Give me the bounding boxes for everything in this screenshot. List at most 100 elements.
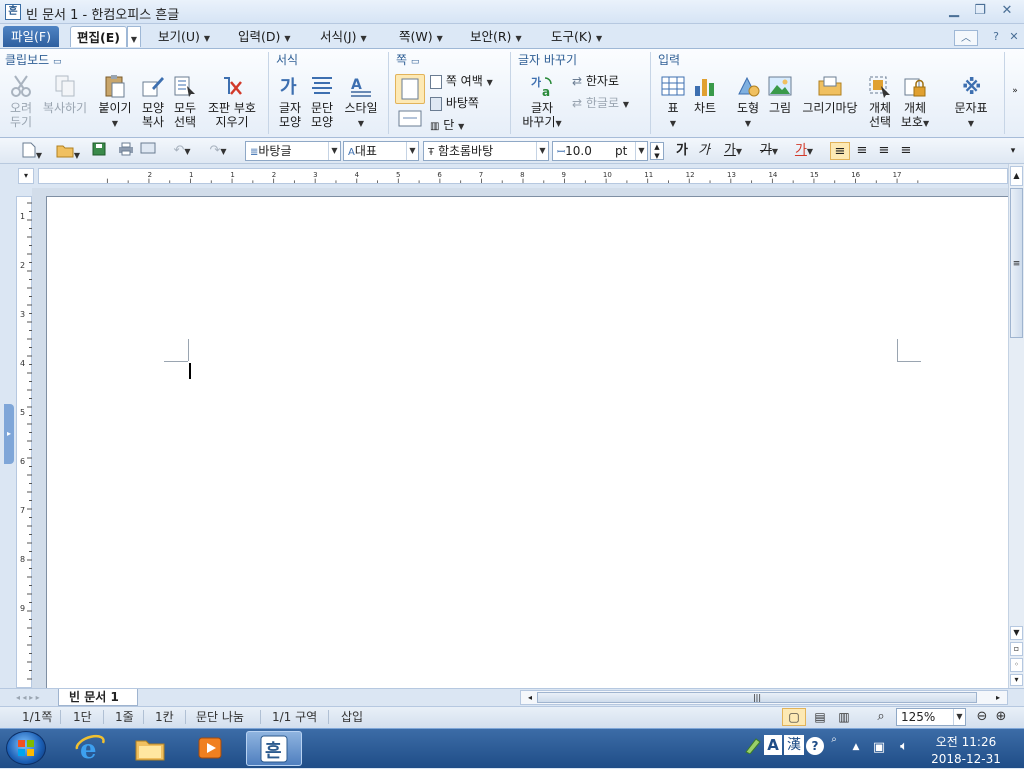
scroll-up-button[interactable]: ▲ — [1010, 166, 1023, 186]
symbols-button[interactable]: ※ 문자표 ▼ — [950, 74, 992, 131]
para-shape-button[interactable]: 문단 모양 — [306, 74, 338, 129]
taskbar-explorer[interactable] — [122, 731, 178, 766]
preview-button[interactable] — [138, 142, 158, 160]
zoom-in-button[interactable]: ⊕ — [993, 709, 1009, 725]
menu-tools[interactable]: 도구(K) ▼ — [551, 26, 602, 47]
menu-security[interactable]: 보안(R) ▼ — [470, 26, 522, 47]
align-justify-button[interactable]: ≡ — [830, 142, 850, 160]
to-hanja-button[interactable]: ⇄ 한자로 — [572, 72, 619, 90]
clock[interactable]: 오전 11:26 2018-12-31 — [922, 733, 1010, 766]
strikethrough-button[interactable]: 가▼ — [754, 142, 784, 160]
hscroll-thumb[interactable]: ||| — [537, 692, 977, 703]
chart-button[interactable]: 차트 — [690, 74, 720, 115]
underline-button[interactable]: 가▼ — [718, 142, 748, 160]
zoom-button[interactable]: ⌕ — [872, 709, 890, 725]
convert-chars-button[interactable]: 가a 글자 바꾸기▼ — [518, 74, 566, 131]
undo-button[interactable]: ↶▼ — [166, 142, 198, 160]
save-button[interactable] — [90, 142, 108, 160]
page-margin-button[interactable]: 쪽 여백 ▼ — [430, 72, 493, 90]
show-hidden-icons-button[interactable]: ▲ — [850, 742, 862, 752]
drawing-gallery-button[interactable]: 그리기마당 — [798, 74, 862, 115]
object-select-button[interactable]: 개체 선택 — [864, 74, 896, 129]
menu-file[interactable]: 파일(F) — [3, 26, 59, 47]
print-button[interactable] — [116, 142, 136, 160]
menu-format[interactable]: 서식(J) ▼ — [320, 26, 367, 47]
horizontal-scrollbar[interactable]: ◂ ||| ▸ — [520, 690, 1008, 705]
minimize-button[interactable]: ▁ — [942, 2, 966, 20]
language-select[interactable]: A대표 ▼ — [343, 141, 419, 161]
tab-nav-buttons[interactable]: ◂ ◂ ▸ ▸ — [16, 691, 56, 705]
app-icon[interactable]: 흔 — [5, 4, 21, 20]
ime-hanja-indicator[interactable]: 漢 — [784, 735, 804, 755]
taskbar-hwp[interactable]: 흔 — [246, 731, 302, 766]
format-copy-button[interactable]: 모양 복사 — [138, 74, 168, 129]
table-button[interactable]: 표 ▼ — [658, 74, 688, 131]
ruler-tab-selector[interactable]: ▾ — [18, 168, 34, 184]
prev-page-button[interactable]: ▫ — [1010, 642, 1023, 656]
char-shape-button[interactable]: 가 글자 모양 — [274, 74, 306, 129]
columns-button[interactable]: ▥ 단 ▼ — [430, 116, 464, 134]
status-mode[interactable]: 삽입 — [341, 709, 363, 725]
ime-lang-indicator[interactable]: A — [764, 735, 782, 755]
menu-view[interactable]: 보기(U) ▼ — [158, 26, 210, 47]
zoom-out-button[interactable]: ⊖ — [974, 709, 990, 725]
doc-tab[interactable]: 빈 문서 1 — [58, 689, 138, 706]
zoom-select[interactable]: 125% ▼ — [896, 708, 966, 726]
to-hangul-button[interactable]: ⇄ 한글로 ▼ — [572, 94, 629, 112]
scroll-right-button[interactable]: ▸ — [991, 692, 1005, 703]
ribbon-more-button[interactable]: » — [1009, 84, 1021, 98]
sidebar-toggle-handle[interactable]: ▸ — [4, 404, 14, 464]
page-orientation-button[interactable] — [395, 108, 425, 131]
style-button[interactable]: A 스타일 ▼ — [341, 74, 381, 131]
style-select[interactable]: ≣바탕글 ▼ — [245, 141, 341, 161]
volume-icon[interactable]: 🔈︎ — [894, 739, 914, 754]
font-size-select[interactable]: ꟷ10.0 pt ▼ — [552, 141, 648, 161]
align-right-button[interactable]: ≡ — [896, 142, 916, 160]
paste-button[interactable]: 붙이기 ▼ — [96, 74, 134, 131]
master-page-button[interactable]: 바탕쪽 — [430, 94, 479, 112]
next-page-button[interactable]: ▾ — [1010, 674, 1023, 686]
bold-button[interactable]: 가 — [674, 142, 690, 160]
redo-button[interactable]: ↷▼ — [202, 142, 234, 160]
select-all-button[interactable]: 모두 선택 — [170, 74, 200, 129]
close-button[interactable]: ✕ — [995, 2, 1019, 20]
font-select[interactable]: Ŧ 함초롬바탕 ▼ — [423, 141, 549, 161]
clear-marks-button[interactable]: 조판 부호 지우기 — [204, 74, 260, 129]
page-layout-button[interactable] — [395, 74, 425, 104]
font-color-button[interactable]: 가▼ — [789, 142, 819, 160]
document-page[interactable] — [46, 196, 1008, 688]
shape-button[interactable]: 도형 ▼ — [733, 74, 763, 131]
maximize-button[interactable]: ❐ — [968, 2, 992, 20]
start-button[interactable] — [6, 731, 46, 765]
menu-input[interactable]: 입력(D) ▼ — [238, 26, 291, 47]
open-button[interactable]: ▼ — [52, 142, 84, 160]
help-tray-icon[interactable]: ? — [806, 737, 824, 755]
ribbon-collapse-button[interactable]: ︿ — [954, 30, 978, 46]
network-icon[interactable]: ▣ — [870, 740, 888, 755]
menu-page[interactable]: 쪽(W) ▼ — [399, 26, 443, 47]
scroll-down-button[interactable]: ▼ — [1010, 626, 1023, 640]
font-size-spinner[interactable]: ▲ ▼ — [650, 142, 664, 160]
tray-options-icon[interactable]: ⌕ — [828, 734, 840, 745]
picture-button[interactable]: 그림 — [765, 74, 795, 115]
tray-ime-icon[interactable] — [744, 736, 762, 755]
align-left-button[interactable]: ≡ — [852, 142, 872, 160]
new-doc-button[interactable]: ▼ — [18, 142, 46, 160]
italic-button[interactable]: 가 — [696, 142, 712, 160]
toolbar-overflow-button[interactable]: ▾ — [1006, 142, 1020, 160]
taskbar-media-player[interactable] — [182, 731, 238, 766]
scroll-thumb[interactable]: ≡ — [1010, 188, 1023, 338]
cut-button[interactable]: 오려 두기 — [5, 74, 37, 129]
view-draft-button[interactable]: ▤ — [810, 709, 830, 725]
menu-edit[interactable]: 편집(E) — [70, 26, 127, 47]
taskbar-ie[interactable]: e — [62, 731, 118, 766]
doc-close-button[interactable]: ✕ — [1002, 28, 1024, 46]
align-center-button[interactable]: ≡ — [874, 142, 894, 160]
menu-edit-dropdown[interactable]: ▼ — [127, 26, 141, 47]
copy-button[interactable]: 복사하기 — [40, 74, 90, 115]
page-browse-button[interactable]: ◦ — [1010, 658, 1023, 672]
view-web-button[interactable]: ▥ — [834, 709, 854, 725]
vertical-scrollbar[interactable]: ▲ ≡ ▼ ▫ ◦ ▾ — [1008, 164, 1024, 688]
scroll-left-button[interactable]: ◂ — [523, 692, 537, 703]
object-protect-button[interactable]: 개체 보호▼ — [898, 74, 932, 131]
